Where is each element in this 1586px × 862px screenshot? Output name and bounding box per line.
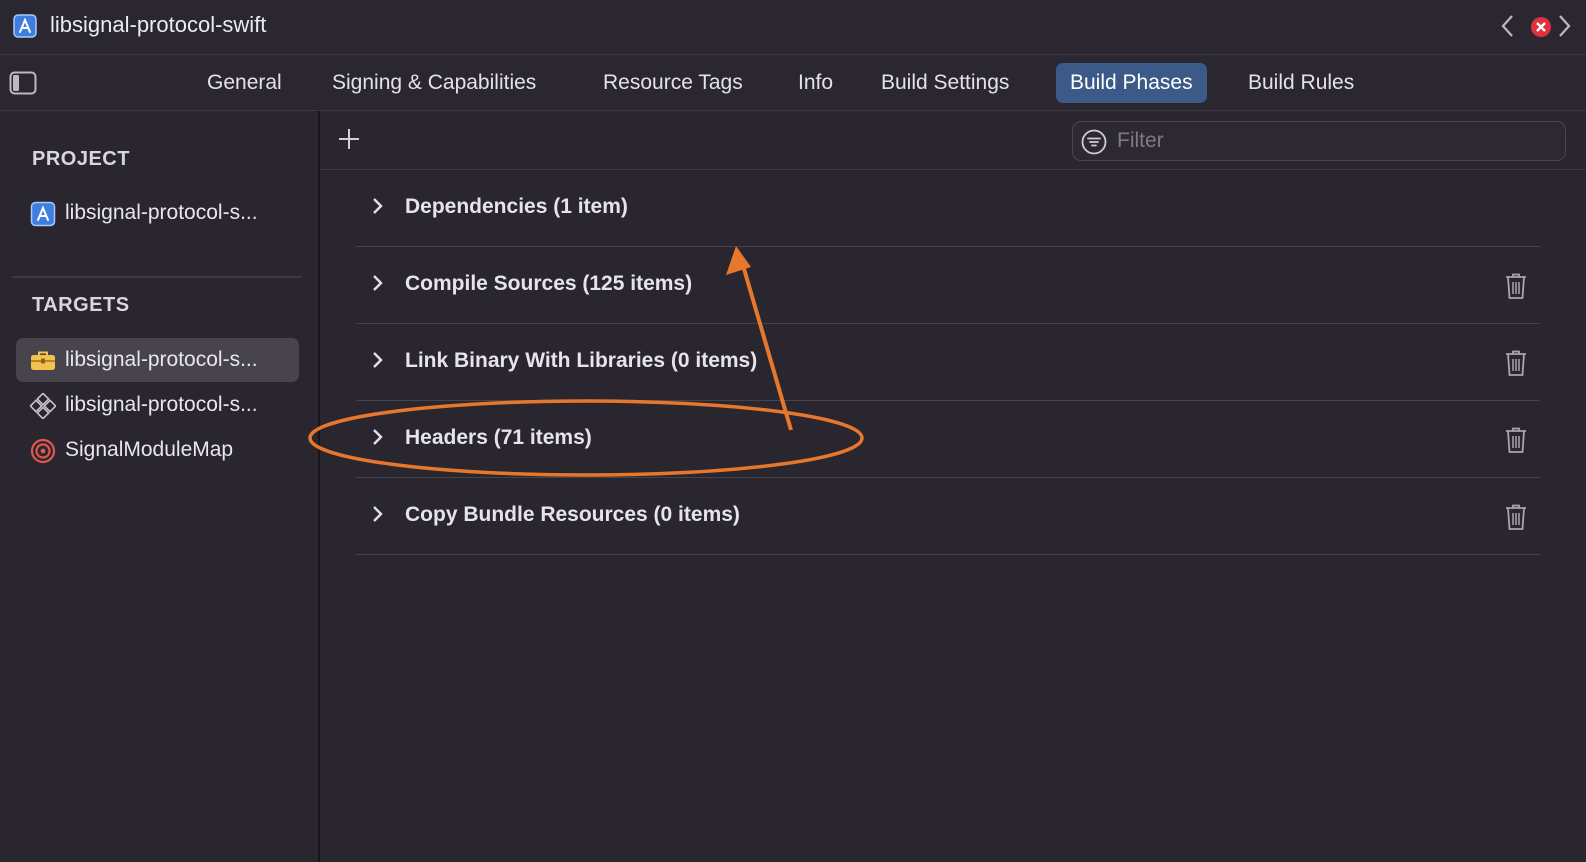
sidebar-item-label: libsignal-protocol-s... (65, 393, 258, 416)
project-section-header: PROJECT (32, 148, 130, 170)
chevron-right-icon[interactable] (372, 505, 384, 523)
build-phases-toolbar (320, 111, 1586, 170)
window-title-bar: libsignal-protocol-swift (0, 0, 1586, 55)
trash-icon[interactable] (1504, 349, 1528, 377)
chevron-right-icon[interactable] (372, 274, 384, 292)
chevron-left-icon[interactable] (1500, 14, 1514, 38)
build-phase-row-copy-bundle-resources[interactable]: Copy Bundle Resources (0 items) (356, 478, 1540, 555)
tab-signing-capabilities[interactable]: Signing & Capabilities (318, 63, 550, 103)
targets-section-header: TARGETS (32, 294, 130, 316)
tab-build-phases[interactable]: Build Phases (1056, 63, 1207, 103)
target-icon (30, 438, 56, 464)
filter-input[interactable] (1115, 127, 1549, 155)
xcode-project-icon (13, 14, 37, 38)
build-phase-label: Copy Bundle Resources (0 items) (405, 503, 740, 526)
tab-build-settings[interactable]: Build Settings (867, 63, 1023, 103)
framework-diamond-icon (30, 393, 56, 419)
sidebar-toggle-icon[interactable] (9, 71, 37, 95)
filter-icon (1081, 129, 1107, 155)
trash-icon[interactable] (1504, 272, 1528, 300)
window-title: libsignal-protocol-swift (50, 12, 267, 37)
tab-build-rules[interactable]: Build Rules (1234, 63, 1368, 103)
chevron-right-icon[interactable] (372, 428, 384, 446)
xcode-project-icon (30, 201, 56, 227)
chevron-right-icon[interactable] (372, 197, 384, 215)
toolbox-icon (31, 351, 55, 370)
sidebar-item-target-app[interactable]: libsignal-protocol-s... (16, 338, 299, 382)
filter-field[interactable] (1072, 121, 1566, 161)
sidebar-item-project[interactable]: libsignal-protocol-s... (16, 191, 299, 235)
sidebar-item-label: libsignal-protocol-s... (65, 201, 258, 224)
build-phase-label: Compile Sources (125 items) (405, 272, 693, 295)
sidebar-item-target-framework[interactable]: libsignal-protocol-s... (16, 383, 299, 427)
build-phase-label: Link Binary With Libraries (0 items) (405, 349, 758, 372)
build-phase-label: Dependencies (1 item) (405, 195, 628, 218)
add-phase-plus-icon[interactable] (338, 128, 360, 150)
sidebar-item-label: SignalModuleMap (65, 438, 234, 461)
sidebar-item-label: libsignal-protocol-s... (65, 348, 258, 371)
build-phases-editor: Dependencies (1 item) Compile Sources (1… (320, 111, 1586, 862)
tab-general[interactable]: General (193, 63, 296, 103)
close-error-icon[interactable] (1530, 16, 1552, 38)
chevron-right-icon[interactable] (372, 351, 384, 369)
tab-info[interactable]: Info (784, 63, 847, 103)
tab-resource-tags[interactable]: Resource Tags (589, 63, 757, 103)
build-phase-row-compile-sources[interactable]: Compile Sources (125 items) (356, 247, 1540, 324)
sidebar-item-target-modulemap[interactable]: SignalModuleMap (16, 428, 299, 472)
build-phase-row-link-binary[interactable]: Link Binary With Libraries (0 items) (356, 324, 1540, 401)
sidebar-divider (12, 276, 302, 278)
trash-icon[interactable] (1504, 503, 1528, 531)
build-phase-row-dependencies[interactable]: Dependencies (1 item) (356, 170, 1540, 247)
project-navigator-sidebar: PROJECT libsignal-protocol-s... TARGETS … (0, 111, 320, 862)
trash-icon[interactable] (1504, 426, 1528, 454)
chevron-right-icon[interactable] (1558, 14, 1572, 38)
build-phase-label: Headers (71 items) (405, 426, 592, 449)
editor-tab-bar: General Signing & Capabilities Resource … (0, 55, 1586, 111)
build-phase-row-headers[interactable]: Headers (71 items) (356, 401, 1540, 478)
